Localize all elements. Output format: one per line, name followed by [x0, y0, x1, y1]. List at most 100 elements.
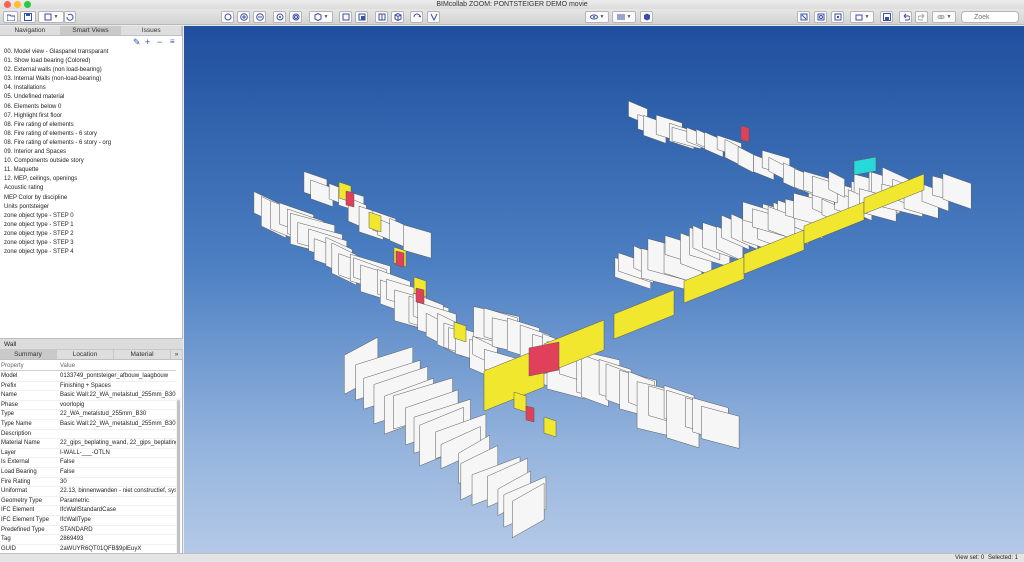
link-button[interactable]: ▼ [932, 11, 956, 23]
rotate-button[interactable] [410, 11, 423, 23]
property-row[interactable]: Type 22_WA_metalstud_255mm_B30 [0, 410, 176, 420]
tab-smart-views[interactable]: Smart Views [60, 26, 122, 35]
view-options-button[interactable]: ▼ [38, 11, 64, 23]
tab-location[interactable]: Location [57, 350, 114, 359]
main-toolbar: ▼ ▼ ▼ ▼ ▼ ▼ ⌕ [0, 9, 1024, 25]
wall-panel[interactable] [737, 146, 754, 174]
property-row[interactable]: Uniformat 22.13, binnenwanden - niet cons… [0, 487, 176, 497]
remove-icon[interactable]: − [157, 37, 162, 47]
tab-navigation[interactable]: Navigation [0, 26, 61, 35]
smart-view-item[interactable]: 01. Show load bearing (Colored) [4, 57, 182, 66]
tab-material[interactable]: Material [114, 350, 171, 359]
zoom-selection-button[interactable] [814, 11, 827, 23]
walk-button[interactable] [289, 11, 302, 23]
visibility-button[interactable]: ▼ [585, 11, 609, 23]
section-box-button[interactable] [339, 11, 352, 23]
redo-button[interactable] [915, 11, 928, 23]
smart-view-item[interactable]: zone object type - STEP 4 [4, 248, 182, 257]
measure-button[interactable] [427, 11, 440, 23]
property-row[interactable]: Material Name 22_gips_beplating_wand, 22_… [0, 439, 176, 449]
smart-view-item[interactable]: 08. Fire rating of elements - 6 story - … [4, 139, 182, 148]
3d-view-button[interactable] [391, 11, 404, 23]
building-model[interactable] [184, 26, 1024, 553]
smart-view-item[interactable]: 10. Components outside story [4, 157, 182, 166]
smart-view-item[interactable]: 07. Highlight first floor [4, 112, 182, 121]
select-button[interactable] [797, 11, 810, 23]
wall-panel[interactable] [701, 405, 740, 449]
property-row[interactable]: IFC Element IfcWallStandardCase [0, 506, 176, 516]
smart-view-item[interactable]: 05. Undefined material [4, 93, 182, 102]
smart-view-item[interactable]: zone object type - STEP 0 [4, 212, 182, 221]
property-row[interactable]: Layer I-WALL-___-OTLN [0, 449, 176, 459]
property-row[interactable]: Tag 2869493 [0, 535, 176, 545]
smart-view-item[interactable]: 02. External walls (non load-bearing) [4, 66, 182, 75]
fit-view-button[interactable] [221, 11, 234, 23]
smart-view-item[interactable]: 08. Fire rating of elements [4, 121, 182, 130]
property-row[interactable]: Is External False [0, 458, 176, 468]
highlighted-wall[interactable] [525, 405, 535, 423]
smart-view-item[interactable]: 03. Internal Walls (non-load-bearing) [4, 75, 182, 84]
minimize-window-button[interactable] [14, 1, 21, 8]
highlighted-wall[interactable] [740, 125, 750, 143]
export-button[interactable] [880, 11, 893, 23]
property-row[interactable]: Model 0133749_pontsteiger_afbouw_laagbouw [0, 372, 176, 382]
smart-view-item[interactable]: Acoustic rating [4, 184, 182, 193]
smart-view-item[interactable]: 11. Maquette [4, 166, 182, 175]
smart-view-item[interactable]: MEP Color by discipline [4, 194, 182, 203]
menu-icon[interactable]: ≡ [170, 37, 175, 47]
color-button[interactable] [640, 11, 653, 23]
property-row[interactable]: Phase voorlopig [0, 401, 176, 411]
close-window-button[interactable] [4, 1, 11, 8]
scrollbar-thumb[interactable] [177, 400, 180, 562]
tab-issues[interactable]: Issues [121, 26, 183, 35]
smart-view-item[interactable]: 09. Interior and Spaces [4, 148, 182, 157]
sync-button[interactable] [64, 11, 76, 23]
camera-mode-button[interactable]: ▼ [309, 11, 333, 23]
property-row[interactable]: Predefined Type STANDARD [0, 526, 176, 536]
smart-view-item[interactable]: 04. Installations [4, 84, 182, 93]
property-row[interactable]: Prefix Finishing + Spaces [0, 382, 176, 392]
storey-filter-button[interactable]: ▼ [612, 11, 636, 23]
smart-view-item[interactable]: zone object type - STEP 2 [4, 230, 182, 239]
property-row[interactable]: Load Bearing False [0, 468, 176, 478]
property-row[interactable]: Type Name Basic Wall:22_WA_metalstud_255m… [0, 420, 176, 430]
smart-view-item[interactable]: 08. Fire rating of elements - 6 story [4, 130, 182, 139]
property-row[interactable]: Description [0, 430, 176, 440]
edit-pencil-icon[interactable]: ✎ [133, 37, 141, 47]
smart-view-item[interactable]: 12. MEP, ceilings, openings [4, 175, 182, 184]
snapshot-button[interactable]: ▼ [850, 11, 874, 23]
save-button[interactable] [20, 11, 36, 23]
smart-view-item[interactable]: zone object type - STEP 1 [4, 221, 182, 230]
section-plane-button[interactable] [355, 11, 368, 23]
split-view-button[interactable] [375, 11, 388, 23]
open-file-button[interactable] [3, 11, 18, 23]
highlighted-wall[interactable] [415, 287, 425, 305]
smart-view-item[interactable]: Units pontsteiger [4, 203, 182, 212]
isolate-button[interactable] [831, 11, 844, 23]
tab-summary[interactable]: Summary [0, 350, 57, 359]
search-input[interactable] [961, 11, 1019, 23]
smart-view-item[interactable]: 00. Model view - Glaspanel transparant [4, 48, 182, 57]
zoom-in-button[interactable] [237, 11, 250, 23]
maximize-window-button[interactable] [24, 1, 31, 8]
orbit-button[interactable] [273, 11, 286, 23]
property-row[interactable]: Name Basic Wall:22_WA_metalstud_255mm_B30… [0, 391, 176, 401]
refresh-icon [66, 13, 74, 21]
property-row[interactable]: Fire Rating 30 [0, 478, 176, 488]
property-row[interactable]: IFC Element Type IfcWallType [0, 516, 176, 526]
undo-icon [903, 13, 910, 21]
add-icon[interactable]: + [145, 37, 150, 47]
highlighted-wall[interactable] [345, 190, 355, 208]
highlighted-wall[interactable] [543, 416, 557, 438]
3d-viewport[interactable] [184, 26, 1024, 553]
more-tabs-icon[interactable]: » [171, 350, 183, 359]
highlighted-wall[interactable] [395, 250, 405, 268]
smart-view-item[interactable]: 06. Elements below 0 [4, 103, 182, 112]
selected-wall[interactable] [528, 341, 560, 377]
property-row[interactable]: Geometry Type Parametric [0, 497, 176, 507]
wall-panel[interactable] [403, 224, 432, 259]
highlighted-wall[interactable] [613, 289, 675, 340]
undo-button[interactable] [899, 11, 912, 23]
zoom-out-button[interactable] [253, 11, 266, 23]
smart-view-item[interactable]: zone object type - STEP 3 [4, 239, 182, 248]
